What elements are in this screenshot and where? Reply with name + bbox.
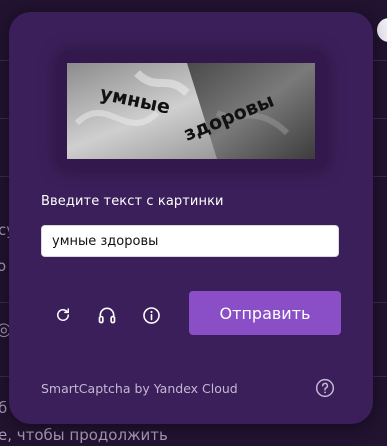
background-round-button: [377, 18, 387, 42]
refresh-button[interactable]: [50, 302, 76, 328]
background-text-fragment: о: [0, 257, 7, 275]
refresh-icon: [57, 308, 69, 321]
captcha-answer-input[interactable]: [41, 225, 339, 257]
captcha-prompt: Введите текст с картинки: [41, 194, 224, 209]
captcha-image: умные здоровы: [67, 63, 315, 159]
audio-button[interactable]: [94, 302, 120, 328]
help-button[interactable]: [314, 377, 336, 399]
help-icon: [315, 378, 335, 398]
info-button[interactable]: [138, 302, 164, 328]
headphones-icon: [98, 307, 116, 324]
background-text-fragment: б: [0, 399, 8, 417]
captcha-modal: умные здоровы Введите текст с картинки О…: [9, 12, 373, 424]
captcha-branding: SmartCaptcha by Yandex Cloud: [41, 381, 238, 396]
submit-button[interactable]: Отправить: [189, 291, 341, 335]
background-text-fragment: е, чтобы продолжить: [0, 426, 168, 444]
info-icon: [142, 306, 160, 324]
